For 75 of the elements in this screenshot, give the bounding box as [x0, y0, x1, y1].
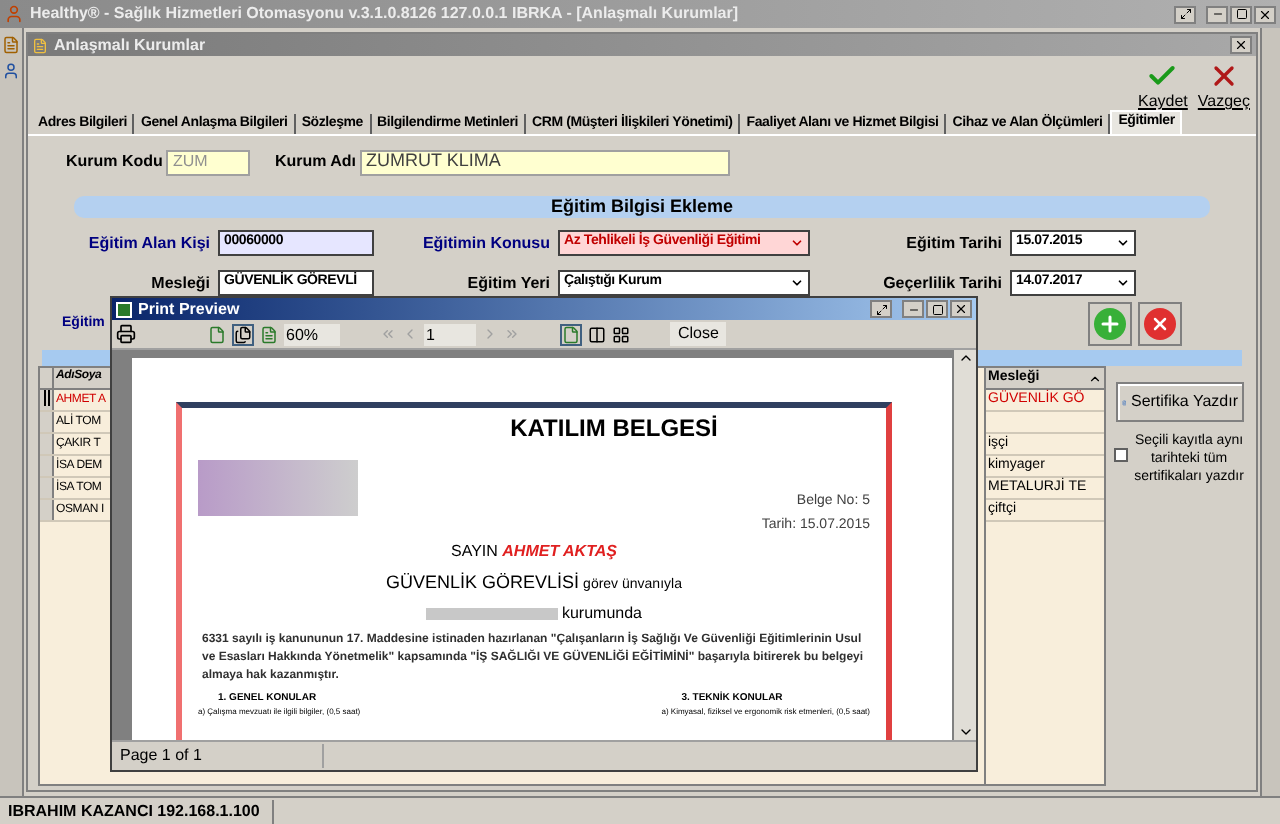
- one-page-button[interactable]: [208, 325, 226, 343]
- print-certificate-button[interactable]: Sertifika Yazdır: [1116, 382, 1244, 422]
- field-label: Kurum Kodu: [66, 150, 163, 174]
- minimize-button[interactable]: [1206, 5, 1228, 23]
- close-icon: [1234, 38, 1248, 52]
- page-number-field[interactable]: 1: [424, 323, 476, 345]
- blurred-text-placeholder: [425, 607, 558, 619]
- window-icon: [32, 37, 48, 53]
- minimize-button[interactable]: [902, 300, 924, 318]
- close-preview-button[interactable]: Close: [670, 322, 727, 346]
- scroll-up-icon: [957, 350, 973, 366]
- page-icon: [208, 325, 226, 343]
- restore-button[interactable]: [1174, 5, 1196, 23]
- two-page-view-button[interactable]: [588, 325, 606, 343]
- preview-title: Print Preview: [138, 297, 242, 321]
- maximize-button[interactable]: [926, 300, 948, 318]
- page-icon: [260, 325, 278, 343]
- close-icon: [954, 302, 968, 316]
- close-icon: [1258, 7, 1272, 21]
- field-label: Eğitim Alan Kişi: [86, 231, 212, 255]
- print-button[interactable]: [116, 324, 136, 344]
- app-logo-icon: [116, 301, 132, 317]
- page-status: Page 1 of 1: [120, 744, 324, 768]
- maximize-button[interactable]: [1230, 5, 1252, 23]
- multi-page-view-button[interactable]: [612, 325, 630, 343]
- vertical-scrollbar[interactable]: [954, 350, 976, 740]
- page-icon: [562, 325, 580, 343]
- status-text: IBRAHIM KAZANCI 192.168.1.100: [8, 799, 274, 823]
- document-icon[interactable]: [2, 36, 20, 54]
- add-button[interactable]: [1088, 302, 1132, 346]
- previous-page-icon: [402, 326, 418, 342]
- first-page-icon: [380, 326, 396, 342]
- field-label: Kurum Adı: [274, 150, 357, 174]
- restore-button[interactable]: [870, 300, 892, 318]
- recipient-name: SAYIN AHMET AKTAŞ: [449, 540, 619, 564]
- field-label: Mesleği: [149, 271, 212, 295]
- certificate-title: KATILIM BELGESİ: [510, 412, 718, 446]
- field-label: Eğitimin Konusu: [420, 231, 552, 255]
- next-page-icon: [482, 326, 498, 342]
- save-button[interactable]: Kaydet: [1136, 60, 1190, 110]
- cursor-icon: [43, 390, 49, 406]
- last-page-icon: [504, 326, 520, 342]
- workplace-suffix: kurumunda: [561, 601, 643, 625]
- input-field[interactable]: ZUMRUT KLIMA: [360, 149, 731, 175]
- section-header: Eğitim Bilgisi Ekleme: [74, 196, 1210, 218]
- zoom-field[interactable]: 60%: [284, 323, 340, 345]
- field-label: Geçerlilik Tarihi: [881, 271, 1004, 295]
- page-width-button[interactable]: [260, 325, 278, 343]
- close-button[interactable]: [1230, 36, 1252, 54]
- window-title: Healthy® - Sağlık Hizmetleri Otomasyonu v.3.1.0.8126 127.0.0.1 IBRKA - [Anlaşmalı Kurumlar]: [30, 2, 741, 26]
- field-label: Eğitim Tarihi: [904, 231, 1004, 255]
- scroll-down-icon: [957, 724, 973, 740]
- two-page-icon: [588, 325, 606, 343]
- fit-page-button[interactable]: [232, 323, 254, 345]
- pages-icon: [234, 325, 252, 343]
- position-text: GÜVENLİK GÖREVLİSİ: [386, 570, 580, 596]
- close-button[interactable]: [1254, 5, 1276, 23]
- maximize-icon: [931, 303, 943, 315]
- app-icon: [4, 4, 24, 24]
- minimize-icon: [907, 303, 919, 315]
- printer-icon: [116, 324, 136, 344]
- child-window-title: Anlaşmalı Kurumlar: [54, 33, 208, 57]
- row-indicator[interactable]: [40, 390, 54, 410]
- cancel-icon: [1144, 308, 1176, 340]
- single-view-button[interactable]: [560, 323, 582, 345]
- grid-icon: [612, 325, 630, 343]
- cancel-button[interactable]: Vazgeç: [1195, 60, 1252, 110]
- field-label: Eğitim Yeri: [465, 271, 552, 295]
- checkbox[interactable]: [1114, 448, 1128, 462]
- user-icon[interactable]: [2, 62, 20, 80]
- maximize-icon: [1235, 8, 1247, 20]
- minimize-icon: [1211, 8, 1223, 20]
- close-button[interactable]: [950, 300, 972, 318]
- plus-icon: [1094, 308, 1126, 340]
- delete-button[interactable]: [1138, 302, 1182, 346]
